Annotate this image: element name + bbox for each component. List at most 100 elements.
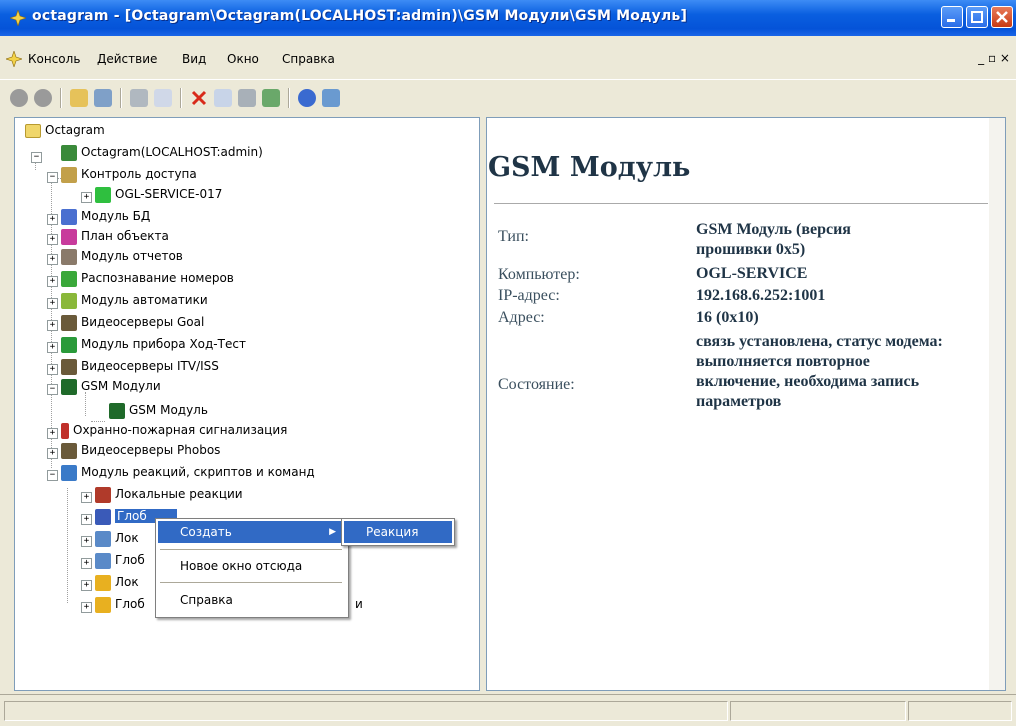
collapse-toggle[interactable]: − (47, 172, 58, 183)
menu-view[interactable]: Вид (182, 52, 206, 66)
tree-node-hod-test[interactable]: Модуль прибора Ход-Тест (61, 334, 246, 354)
tree-partial-text: и (355, 597, 363, 611)
collapse-toggle[interactable]: − (31, 152, 42, 163)
help-icon[interactable] (298, 89, 316, 107)
label-address: Адрес: (498, 309, 545, 326)
gsm-icon (61, 378, 77, 395)
expand-toggle[interactable]: + (81, 492, 92, 503)
label-state: Состояние: (498, 376, 575, 393)
camera-icon (61, 314, 77, 331)
tree-node-gsm-module[interactable]: GSM Модуль (109, 400, 208, 420)
properties-icon[interactable] (214, 89, 232, 107)
menu-console[interactable]: Консоль (28, 52, 80, 66)
show-tree-icon[interactable] (94, 89, 112, 107)
collapse-toggle[interactable]: − (47, 384, 58, 395)
expand-toggle[interactable]: + (81, 580, 92, 591)
new-window-icon[interactable] (322, 89, 340, 107)
expand-toggle[interactable]: + (47, 298, 58, 309)
menu-item-new-window[interactable]: Новое окно отсюда (158, 555, 344, 577)
refresh-icon[interactable] (262, 89, 280, 107)
expand-toggle[interactable]: + (47, 276, 58, 287)
maximize-button[interactable] (966, 6, 988, 28)
back-icon[interactable] (10, 89, 28, 107)
report-icon (61, 248, 77, 265)
tree-node-global-commands[interactable]: Глоб (95, 594, 145, 614)
up-folder-icon[interactable] (70, 89, 88, 107)
tree-node-local-scripts[interactable]: Лок (95, 528, 139, 548)
mdi-controls[interactable]: _ ▫ × (978, 51, 1010, 65)
cut-icon[interactable] (130, 89, 148, 107)
tree-node-plate-recognition[interactable]: Распознавание номеров (61, 268, 234, 288)
tree-node-object-plan[interactable]: План объекта (61, 226, 169, 246)
expand-toggle[interactable]: + (47, 342, 58, 353)
status-cell (908, 701, 1012, 721)
submenu: Реакция (341, 518, 455, 546)
tree-node-local-reactions[interactable]: Локальные реакции (95, 484, 243, 504)
automation-icon (61, 292, 77, 309)
close-button[interactable] (991, 6, 1013, 28)
submenu-arrow-icon: ▶ (329, 527, 336, 537)
expand-toggle[interactable]: + (47, 364, 58, 375)
collapse-toggle[interactable]: − (47, 470, 58, 481)
copy-icon[interactable] (154, 89, 172, 107)
title-bar[interactable]: octagram - [Octagram\Octagram(LOCALHOST:… (0, 0, 1016, 36)
console-icon[interactable] (5, 50, 23, 68)
page-title: GSM Модуль (488, 152, 691, 183)
tree-node-video-phobos[interactable]: Видеосерверы Phobos (61, 440, 220, 460)
expand-toggle[interactable]: + (47, 320, 58, 331)
tree-node-db-module[interactable]: Модуль БД (61, 206, 150, 226)
tree-node-automation[interactable]: Модуль автоматики (61, 290, 208, 310)
window-title: octagram - [Octagram\Octagram(LOCALHOST:… (32, 8, 688, 24)
device-icon (61, 336, 77, 353)
expand-toggle[interactable]: + (47, 214, 58, 225)
details-scrollbar[interactable] (989, 118, 1005, 690)
menu-item-help[interactable]: Справка (158, 589, 344, 611)
toolbar (0, 79, 1016, 114)
print-icon[interactable] (238, 89, 256, 107)
context-menu: Создать ▶ Новое окно отсюда Справка (155, 518, 349, 618)
menu-item-create[interactable]: Создать ▶ (158, 521, 344, 543)
tree-node-gsm-modules[interactable]: GSM Модули (61, 376, 161, 396)
delete-icon[interactable] (190, 89, 208, 107)
tree-node-server[interactable]: Octagram(LOCALHOST:admin) (61, 142, 263, 162)
expand-toggle[interactable]: + (47, 234, 58, 245)
gsm-icon (109, 402, 125, 419)
expand-toggle[interactable]: + (47, 448, 58, 459)
global-command-icon (95, 596, 111, 613)
tree-node-local-commands[interactable]: Лок (95, 572, 139, 592)
tree-node-video-goal[interactable]: Видеосерверы Goal (61, 312, 204, 332)
value-state: связь установлена, статус модема: выполн… (696, 333, 943, 410)
menu-bar: Консоль Действие Вид Окно Справка _ ▫ × (0, 45, 1016, 77)
menu-separator (160, 582, 342, 583)
tree-node-reports[interactable]: Модуль отчетов (61, 246, 183, 266)
expand-toggle[interactable]: + (47, 428, 58, 439)
script-icon (61, 464, 77, 481)
tree-node-video-itv[interactable]: Видеосерверы ITV/ISS (61, 356, 219, 376)
expand-toggle[interactable]: + (81, 602, 92, 613)
minimize-button[interactable] (941, 6, 963, 28)
expand-toggle[interactable]: + (81, 536, 92, 547)
label-type: Тип: (498, 228, 529, 245)
menu-item-reaction[interactable]: Реакция (344, 521, 452, 543)
menu-window[interactable]: Окно (227, 52, 259, 66)
value-computer: OGL-SERVICE (696, 265, 808, 282)
tree-node-global-scripts[interactable]: Глоб (95, 550, 145, 570)
expand-toggle[interactable]: + (81, 558, 92, 569)
tree-node-octagram[interactable]: Octagram (25, 120, 105, 140)
expand-toggle[interactable]: + (47, 254, 58, 265)
expand-toggle[interactable]: + (81, 514, 92, 525)
camera-icon (61, 442, 77, 459)
expand-toggle[interactable]: + (81, 192, 92, 203)
tree-node-reactions-module[interactable]: Модуль реакций, скриптов и команд (61, 462, 315, 482)
server-icon (61, 144, 77, 161)
database-icon (61, 208, 77, 225)
menu-help[interactable]: Справка (282, 52, 335, 66)
forward-icon[interactable] (34, 89, 52, 107)
tree-node-ogl-service[interactable]: OGL-SERVICE-017 (95, 184, 222, 204)
menu-action[interactable]: Действие (97, 52, 157, 66)
tree-node-access-control[interactable]: Контроль доступа (61, 164, 197, 184)
status-cell (4, 701, 728, 721)
tree-node-fire-alarm[interactable]: Охранно-пожарная сигнализация (61, 420, 287, 440)
camera-icon (61, 358, 77, 375)
app-icon (9, 9, 27, 27)
